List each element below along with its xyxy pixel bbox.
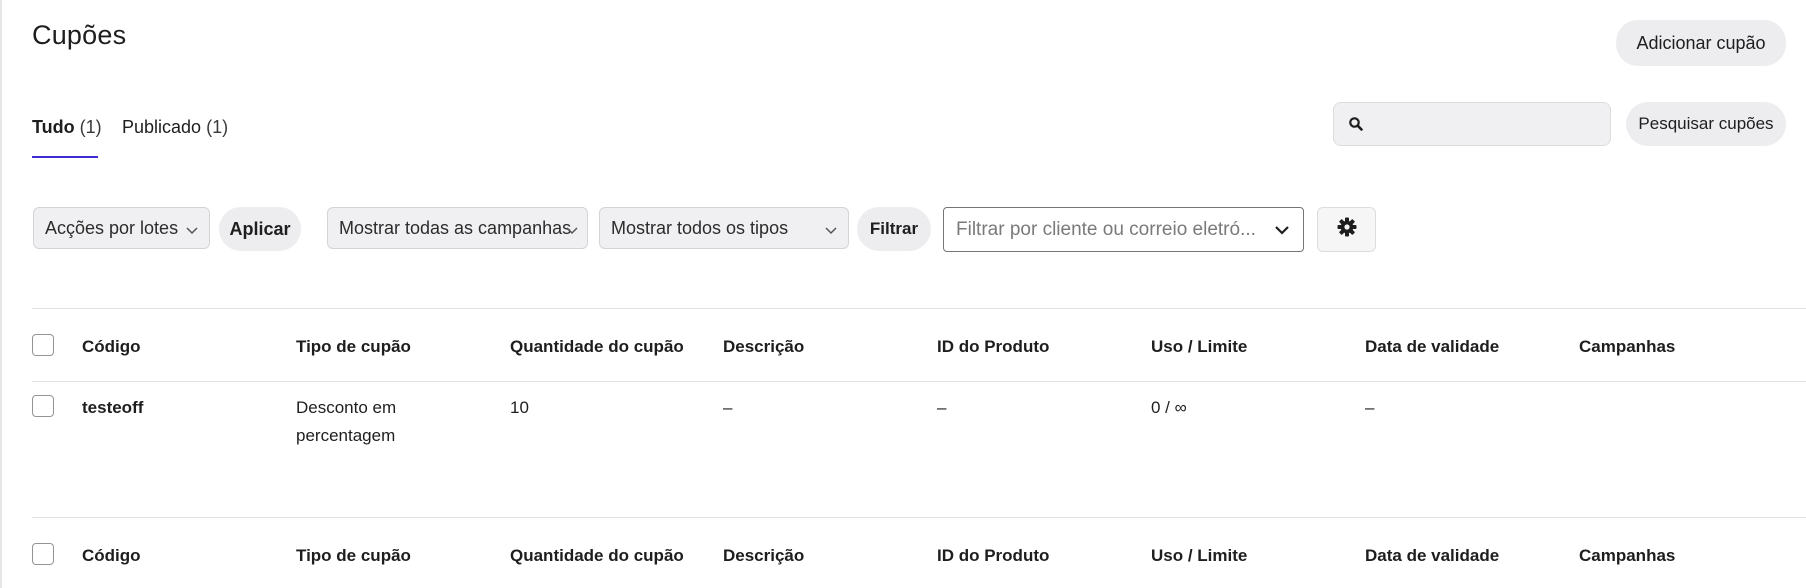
filter-button[interactable]: Filtrar <box>857 207 931 251</box>
table-footer-border <box>32 517 1806 518</box>
tab-all-count: (1) <box>79 117 102 137</box>
bulk-actions-select[interactable]: Acções por lotes <box>33 207 210 249</box>
column-header-type: Tipo de cupão <box>296 337 411 356</box>
coupon-usage-limit: 0 / ∞ <box>1151 398 1187 417</box>
tab-published[interactable]: Publicado (1) <box>122 117 228 138</box>
apply-bulk-action-button[interactable]: Aplicar <box>219 207 301 251</box>
tab-all-label: Tudo <box>32 117 75 137</box>
coupon-types-select[interactable]: Mostrar todos os tipos <box>599 207 849 249</box>
coupon-expiry: – <box>1365 398 1375 417</box>
active-tab-indicator <box>32 156 98 158</box>
footer-header-type: Tipo de cupão <box>296 546 411 565</box>
chevron-down-icon <box>565 221 579 242</box>
column-header-product-ids: ID do Produto <box>937 337 1050 356</box>
tab-published-count: (1) <box>206 117 229 137</box>
coupon-description: – <box>723 398 733 417</box>
campaigns-value: Mostrar todas as campanhas <box>339 217 572 238</box>
table-top-border <box>32 308 1806 309</box>
page-left-border <box>0 0 2 588</box>
coupon-types-value: Mostrar todos os tipos <box>611 217 789 238</box>
footer-header-description: Descrição <box>723 546 805 565</box>
footer-header-amount: Quantidade do cupão <box>510 546 684 565</box>
coupon-amount: 10 <box>510 398 529 417</box>
coupon-type-line1: Desconto em <box>296 398 397 417</box>
footer-header-product-ids: ID do Produto <box>937 546 1050 565</box>
gear-icon <box>1337 217 1357 242</box>
tab-published-label: Publicado <box>122 117 202 137</box>
customer-filter-placeholder: Filtrar por cliente ou correio eletró... <box>956 218 1256 240</box>
select-all-checkbox[interactable] <box>32 334 54 356</box>
add-coupon-button[interactable]: Adicionar cupão <box>1616 20 1786 66</box>
customer-filter-combobox[interactable]: Filtrar por cliente ou correio eletró... <box>943 207 1304 252</box>
page-title: Cupões <box>32 20 127 50</box>
column-header-description: Descrição <box>723 337 805 356</box>
tab-all[interactable]: Tudo (1) <box>32 117 102 138</box>
chevron-down-icon <box>185 221 199 242</box>
column-header-campaigns: Campanhas <box>1579 337 1676 356</box>
footer-header-code[interactable]: Código <box>82 546 141 566</box>
campaigns-select[interactable]: Mostrar todas as campanhas <box>327 207 588 249</box>
bulk-actions-value: Acções por lotes <box>45 217 179 238</box>
header-row-divider <box>32 381 1806 382</box>
column-header-amount: Quantidade do cupão <box>510 337 684 356</box>
row-select-checkbox[interactable] <box>32 395 54 417</box>
coupon-type-line2: percentagem <box>296 426 396 445</box>
select-all-checkbox-footer[interactable] <box>32 543 54 565</box>
coupon-code-link[interactable]: testeoff <box>82 394 143 422</box>
footer-header-expiry: Data de validade <box>1365 546 1500 565</box>
search-coupons-button[interactable]: Pesquisar cupões <box>1626 102 1786 146</box>
column-header-code[interactable]: Código <box>82 337 141 357</box>
chevron-down-icon <box>824 221 838 242</box>
coupon-product-ids: – <box>937 398 947 417</box>
search-icon <box>1348 116 1364 137</box>
chevron-down-icon <box>1273 221 1291 245</box>
column-header-usage-limit: Uso / Limite <box>1151 337 1248 356</box>
settings-button[interactable] <box>1317 207 1376 252</box>
footer-header-campaigns: Campanhas <box>1579 546 1676 565</box>
column-header-expiry: Data de validade <box>1365 337 1500 356</box>
footer-header-usage-limit: Uso / Limite <box>1151 546 1248 565</box>
coupon-search-input[interactable] <box>1333 102 1611 146</box>
